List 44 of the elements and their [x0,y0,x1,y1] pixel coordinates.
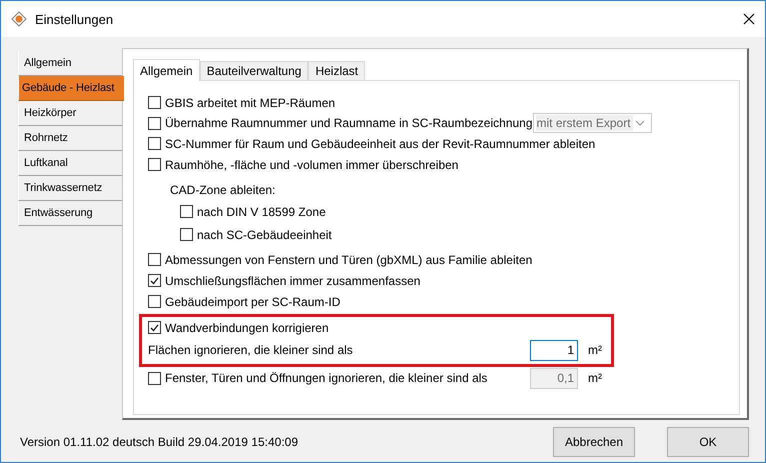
app-icon [11,11,27,27]
version-text: Version 01.11.02 deutsch Build 29.04.2019 15:40:09 [20,434,299,448]
checkbox[interactable] [148,96,161,109]
option-label: Abmessungen von Fenstern und Türen (gbXML) aus Familie ableiten [165,252,532,266]
sidebar-item[interactable]: Heizkörper [18,101,122,126]
option-label: Übernahme Raumnummer und Raumname in SC-Raumbezeichnung [165,116,533,130]
sidebar-item[interactable]: Entwässerung [18,201,122,226]
option-label: Raumhöhe, -fläche und -volumen immer überschreiben [165,158,458,172]
checkbox[interactable] [148,321,161,334]
option-label: Umschließungsflächen immer zusammenfassen [165,274,420,288]
option-label: nach SC-Gebäudeeinheit [197,228,332,242]
unit-label: m² [588,371,602,385]
checkbox[interactable] [180,228,193,241]
option-label: Gebäudeimport per SC-Raum-ID [165,294,340,308]
checkbox[interactable] [148,158,161,171]
option-label: Wandverbindungen korrigieren [165,320,329,334]
tab[interactable]: Bauteilverwaltung [200,61,308,80]
tab[interactable]: Allgemein [133,59,200,81]
option-label: Fenster, Türen und Öffnungen ignorieren, die kleiner sind als [165,371,488,385]
sidebar-item[interactable]: Rohrnetz [18,126,122,151]
checkbox[interactable] [148,274,161,287]
unit-label: m² [588,343,602,357]
close-icon[interactable] [743,13,755,25]
number-field[interactable]: 1 [530,340,578,360]
checkbox[interactable] [180,205,193,218]
dialog-button[interactable]: OK [667,426,749,456]
sidebar-item[interactable]: Trinkwassernetz [18,176,122,201]
dialog-button[interactable]: Abbrechen [553,426,635,456]
option-label: Flächen ignorieren, die kleiner sind als [148,343,353,357]
window-title: Einstellungen [35,12,114,26]
checkbox[interactable] [148,372,161,384]
checkbox[interactable] [148,253,161,266]
checkbox[interactable] [148,295,161,308]
checkbox[interactable] [148,116,161,130]
chevron-icon [635,120,645,126]
sidebar-item[interactable]: Gebäude - Heizlast [18,76,124,101]
sidebar-item[interactable]: Allgemein [18,51,122,76]
option-label: SC-Nummer für Raum und Gebäudeeinheit aus der Revit-Raumnummer ableiten [165,136,596,150]
option-label: GBIS arbeitet mit MEP-Räumen [165,96,336,110]
tab[interactable]: Heizlast [308,61,366,80]
option-label: nach DIN V 18599 Zone [197,204,326,218]
checkbox[interactable] [148,137,161,150]
group-heading: CAD-Zone ableiten: [170,183,276,197]
sidebar-item[interactable]: Luftkanal [18,151,122,176]
